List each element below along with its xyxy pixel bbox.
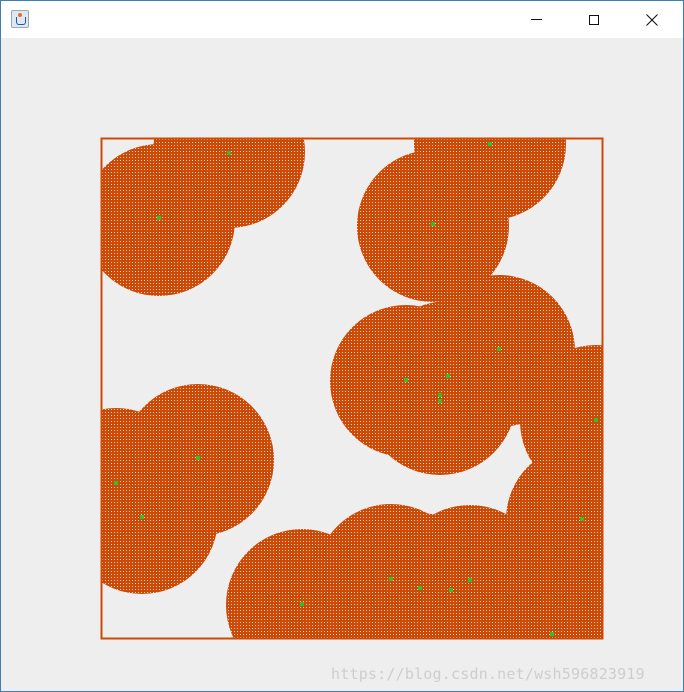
sensor-point (114, 481, 118, 485)
sensor-point (449, 588, 453, 592)
sensor-point (431, 222, 435, 226)
watermark-text: https://blog.csdn.net/wsh596823919 (331, 665, 645, 683)
sensor-point (300, 602, 304, 606)
close-button[interactable] (629, 1, 675, 38)
sensor-point (550, 632, 554, 636)
sensor-point (594, 418, 598, 422)
close-icon (646, 13, 658, 26)
maximize-button[interactable] (571, 1, 617, 38)
maximize-icon (589, 14, 599, 25)
sensor-point (438, 399, 442, 403)
drawing-canvas[interactable] (1, 38, 683, 691)
sensor-point (157, 216, 161, 220)
coverage-grid (100, 137, 604, 640)
sensor-point (438, 393, 442, 397)
app-window: https://blog.csdn.net/wsh596823919 (0, 0, 684, 692)
title-bar[interactable] (1, 1, 683, 38)
sensor-point (389, 577, 393, 581)
minimize-button[interactable] (513, 1, 559, 38)
sensor-point (140, 515, 144, 519)
sensor-point (418, 586, 422, 590)
sensor-point (497, 347, 501, 351)
sensor-point (468, 578, 472, 582)
sensor-point (404, 378, 408, 382)
java-cup-icon[interactable] (11, 10, 29, 28)
sensor-point (580, 517, 584, 521)
sensor-point (446, 374, 450, 378)
minimize-icon (530, 19, 542, 20)
sensor-point (196, 456, 200, 460)
sensor-point (488, 142, 492, 146)
sensor-point (227, 151, 231, 155)
